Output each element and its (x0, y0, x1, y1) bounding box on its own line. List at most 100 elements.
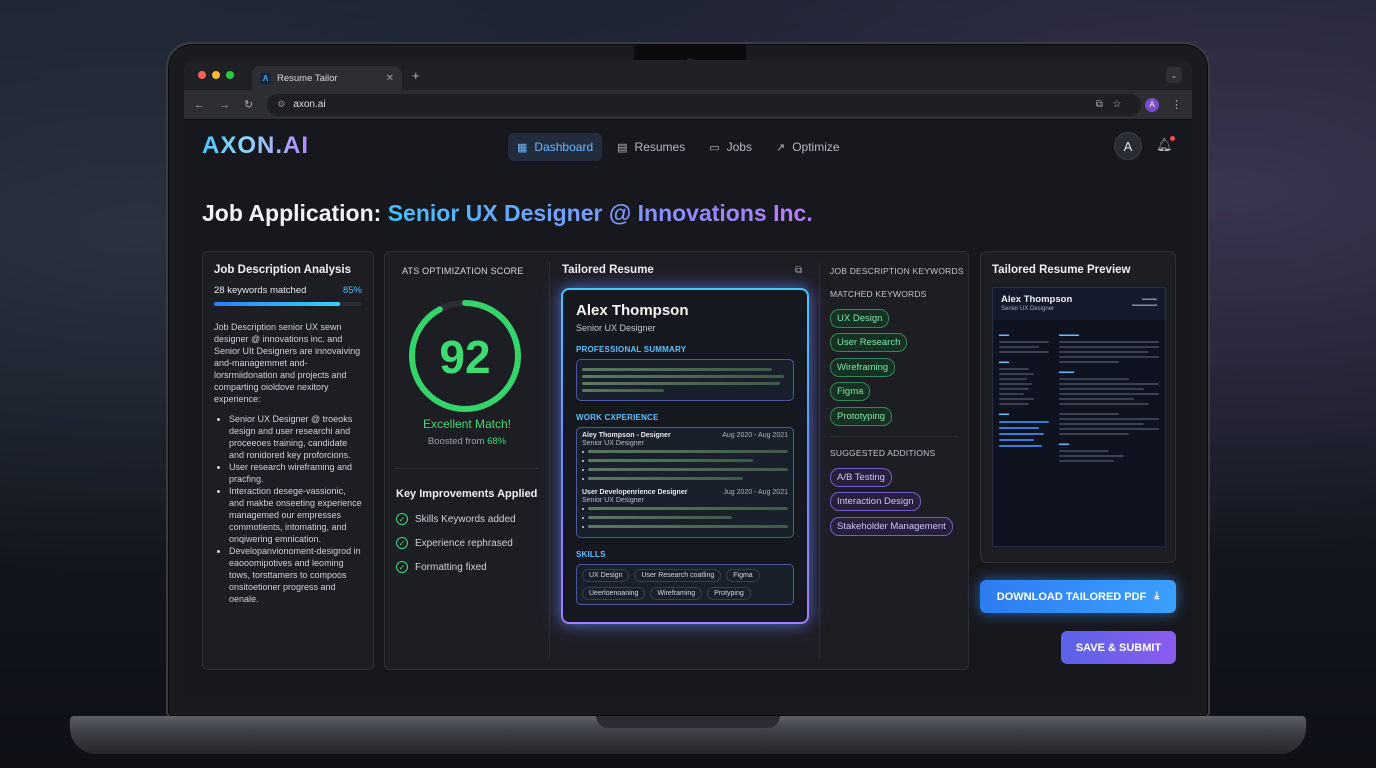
user-avatar[interactable]: A (1114, 132, 1142, 160)
browser-menu-icon[interactable]: ⋮ (1171, 98, 1182, 111)
tailored-resume-heading: Tailored Resume (562, 264, 654, 276)
resume-section-heading: PROFESSIONAL SUMMARY (576, 345, 687, 354)
check-circle-icon: ✓ (396, 537, 408, 549)
preview-contact: ▬▬▬ ▬▬▬▬▬ (1132, 296, 1157, 308)
improvement-label: Skills Keywords added (415, 513, 516, 525)
skill-chip: Wireframing (650, 587, 703, 600)
axon-logo[interactable]: AXON.AI (202, 132, 309, 160)
divider (819, 262, 820, 659)
browser-profile-avatar[interactable]: A (1145, 97, 1159, 112)
check-circle-icon: ✓ (396, 513, 408, 525)
boosted-label: Boosted from (427, 436, 485, 447)
reload-icon[interactable]: ↻ (244, 98, 253, 111)
download-pdf-button[interactable]: DOWNLOAD TAILORED PDF ⤓ (980, 580, 1176, 613)
laptop-base (70, 716, 1306, 754)
app-navbar: AXON.AI ▦ Dashboard ▤ Resumes ▭ Jobs ↗ O… (184, 120, 1192, 172)
resume-preview-card: Tailored Resume Preview Alex Thompson Se… (980, 251, 1176, 563)
save-submit-button[interactable]: SAVE & SUBMIT (1061, 631, 1176, 664)
briefcase-icon: ▭ (709, 141, 720, 154)
list-item: Developanvionoment-desigrod in eaooomipo… (229, 545, 362, 605)
list-item: Senior UX Designer @ troeoks design and … (229, 413, 362, 461)
tab-search-chevron-icon[interactable]: ⌄ (1166, 67, 1182, 83)
extension-and-bookmark-icons[interactable]: ⧉☆ (1096, 99, 1131, 110)
matched-keyword-chip[interactable]: UX Design (830, 309, 890, 328)
match-progress-bar (214, 302, 362, 306)
resume-name: Alex Thompson (576, 302, 689, 319)
preview-main: ▬▬▬▬ ▬▬▬ ▬▬ (1059, 326, 1159, 465)
tab-title: Resume Tailor (277, 72, 338, 84)
nav-resumes[interactable]: ▤ Resumes (608, 133, 694, 161)
resume-experience-block: Aley Thompson - Designer Aug 2020 - Aug 2… (576, 427, 794, 538)
open-external-icon[interactable]: ⧉ (795, 265, 802, 276)
browser-tab-bar: Λ Resume Tailor ✕ + ⌄ (184, 60, 1192, 90)
suggested-keyword-chip[interactable]: Stakeholder Management (830, 517, 953, 536)
nav-optimize[interactable]: ↗ Optimize (767, 133, 849, 161)
skill-chip: User Research coatling (634, 569, 722, 582)
minimize-window-button[interactable] (212, 71, 220, 79)
close-tab-icon[interactable]: ✕ (386, 73, 394, 84)
suggested-keyword-chip[interactable]: A/B Testing (830, 468, 892, 487)
site-settings-icon[interactable]: ⚙ (277, 99, 285, 110)
preview-sidebar: ▬▬ ▬▬ ▬▬ (999, 326, 1049, 451)
nav-dashboard[interactable]: ▦ Dashboard (508, 133, 603, 161)
match-progress-fill (214, 302, 340, 306)
back-arrow-icon[interactable]: ← (194, 99, 205, 111)
new-tab-icon[interactable]: + (412, 68, 420, 83)
resume-section-heading: WORK CXPERIENCE (576, 413, 659, 422)
notification-bell-icon[interactable]: 🔔︎ (1156, 136, 1175, 153)
job-description-analysis-card: Job Description Analysis 28 keywords mat… (202, 251, 374, 670)
tailored-resume-document[interactable]: Alex Thompson Senior UX Designer PROFESS… (561, 288, 809, 624)
nav-jobs[interactable]: ▭ Jobs (700, 133, 761, 161)
close-window-button[interactable] (198, 71, 206, 79)
skill-chip: Ueerloenoaning (582, 587, 646, 600)
job-company: Senior UX Designer (582, 497, 644, 504)
app-favicon-icon: Λ (260, 72, 271, 84)
boosted-from: Boosted from 68% (385, 436, 549, 447)
job-dates: Aug 2020 - Aug 2021 (722, 432, 788, 439)
laptop-lid: Λ Resume Tailor ✕ + ⌄ ← → ↻ ⚙ axon.ai ⧉☆… (166, 42, 1210, 718)
ats-score-heading: ATS OPTIMIZATION SCORE (402, 266, 524, 276)
laptop-screen: Λ Resume Tailor ✕ + ⌄ ← → ↻ ⚙ axon.ai ⧉☆… (184, 60, 1192, 696)
improvement-label: Formatting fixed (415, 561, 487, 573)
app-root: AXON.AI ▦ Dashboard ▤ Resumes ▭ Jobs ↗ O… (184, 120, 1192, 696)
matched-keyword-chip[interactable]: Wireframing (830, 358, 896, 377)
forward-arrow-icon[interactable]: → (219, 99, 230, 111)
match-percent: 85% (342, 285, 362, 296)
ats-score-value: 92 (439, 331, 491, 383)
document-icon: ▤ (617, 141, 628, 154)
check-circle-icon: ✓ (396, 561, 408, 573)
improvement-label: Experience rephrased (415, 537, 513, 549)
suggested-keyword-chip[interactable]: Interaction Design (830, 492, 921, 511)
improvement-item: ✓ Skills Keywords added (396, 513, 516, 525)
job-company: Senior UX Designer (582, 440, 644, 447)
keywords-matched-label: 28 keywords matched (214, 285, 307, 296)
address-toolbar: ← → ↻ ⚙ axon.ai ⧉☆ A ⋮ (184, 90, 1192, 120)
resume-skills-block: UX Design User Research coatling Figma U… (576, 564, 794, 605)
browser-tab[interactable]: Λ Resume Tailor ✕ (252, 66, 402, 90)
resume-preview-thumbnail[interactable]: Alex Thompson Senior UX Designer ▬▬▬ ▬▬▬▬… (992, 287, 1166, 547)
page-title: Job Application: Senior UX Designer @ In… (202, 200, 813, 227)
improvement-item: ✓ Experience rephrased (396, 537, 513, 549)
job-title: User Developenrience Designer (582, 489, 688, 496)
resume-summary-block (576, 359, 794, 401)
nav-label: Jobs (726, 140, 752, 154)
matched-keyword-chip[interactable]: Figma (830, 382, 871, 401)
job-title: Aley Thompson - Designer (582, 432, 671, 439)
optimization-card: ATS OPTIMIZATION SCORE 92 Excellent Matc… (384, 251, 969, 670)
improvements-heading: Key Improvements Applied (396, 488, 538, 500)
maximize-window-button[interactable] (226, 71, 234, 79)
job-description-text: Job Description senior UX sewn designer … (214, 322, 361, 404)
skill-chip: Figma (726, 569, 760, 582)
boosted-value: 68% (487, 436, 507, 447)
matched-keyword-chip[interactable]: User Research (830, 333, 908, 352)
matched-keywords-heading: MATCHED KEYWORDS (830, 289, 927, 299)
list-item: User research wireframing and pracfing. (229, 461, 362, 485)
job-dates: Jug 2020 - Aug 2021 (723, 489, 788, 496)
nav-label: Resumes (634, 140, 686, 154)
keywords-heading: JOB DESCRIPTION KEYWORDS (830, 266, 964, 276)
matched-keyword-chip[interactable]: Prototyping (830, 407, 893, 426)
divider (395, 468, 539, 469)
card-title: Tailored Resume Preview (992, 264, 1131, 276)
download-icon: ⤓ (1154, 590, 1160, 602)
url-bar[interactable]: ⚙ axon.ai ⧉☆ (267, 93, 1141, 116)
